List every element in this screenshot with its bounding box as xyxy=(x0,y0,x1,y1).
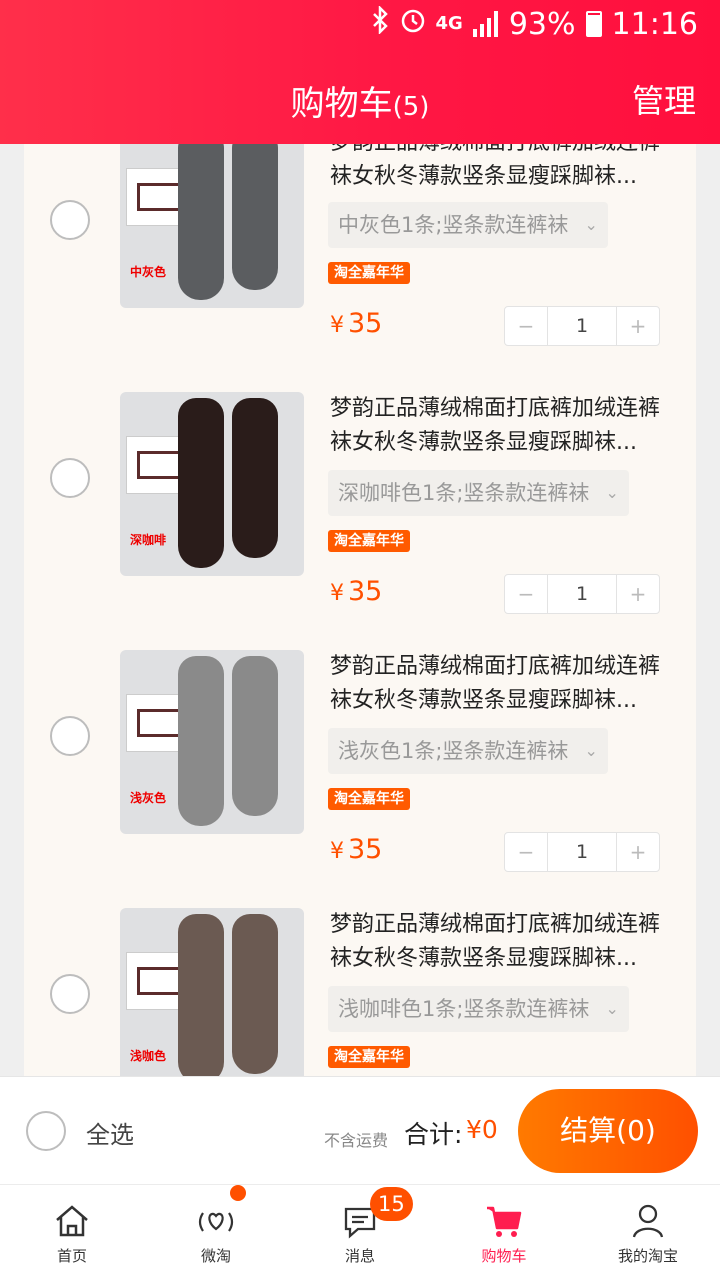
shop-card: 中灰色 梦韵正品薄绒棉面打底裤加绒连裤袜女秋冬薄款竖条显瘦踩脚袜... 中灰色1… xyxy=(24,144,696,1076)
image-color-label: 深咖啡 xyxy=(130,533,167,547)
minus-button[interactable]: − xyxy=(505,575,547,613)
product-title[interactable]: 梦韵正品薄绒棉面打底裤加绒连裤袜女秋冬薄款竖条显瘦踩脚袜... xyxy=(330,392,675,460)
sku-selector[interactable]: 浅灰色1条;竖条款连裤袜 ⌄ xyxy=(328,728,608,774)
sku-selector[interactable]: 浅咖啡色1条;竖条款连裤袜 ⌄ xyxy=(328,986,629,1032)
tab-label: 购物车 xyxy=(481,1247,527,1265)
chevron-down-icon: ⌄ xyxy=(584,215,598,234)
product-title[interactable]: 梦韵正品薄绒棉面打底裤加绒连裤袜女秋冬薄款竖条显瘦踩脚袜... xyxy=(330,650,675,718)
sku-text: 浅咖啡色1条;竖条款连裤袜 xyxy=(338,997,590,1021)
cart-item: 浅灰色 梦韵正品薄绒棉面打底裤加绒连裤袜女秋冬薄款竖条显瘦踩脚袜... 浅灰色1… xyxy=(24,650,696,908)
select-all-checkbox[interactable] xyxy=(26,1111,66,1151)
sku-text: 中灰色1条;竖条款连裤袜 xyxy=(338,213,569,237)
alarm-icon xyxy=(400,6,426,42)
clock: 11:16 xyxy=(611,6,698,42)
plus-button[interactable]: + xyxy=(617,307,659,345)
tab-label: 消息 xyxy=(344,1247,375,1265)
total-value: ¥0 xyxy=(466,1115,498,1144)
plus-button[interactable]: + xyxy=(617,833,659,871)
manage-button[interactable]: 管理 xyxy=(632,76,696,122)
tab-profile[interactable]: 我的淘宝 xyxy=(576,1185,720,1280)
tab-cart[interactable]: 购物车 xyxy=(432,1185,576,1280)
total-label: 合计: xyxy=(404,1120,463,1149)
chevron-down-icon: ⌄ xyxy=(605,999,619,1018)
product-image[interactable]: 深咖啡 xyxy=(120,392,304,576)
tab-label: 微淘 xyxy=(200,1247,231,1265)
shipping-note: 不含运费 xyxy=(324,1131,389,1150)
image-color-label: 中灰色 xyxy=(130,265,167,279)
tab-home[interactable]: 首页 xyxy=(0,1185,144,1280)
quantity-value[interactable]: 1 xyxy=(547,575,617,613)
item-price: ¥35 xyxy=(330,576,383,607)
item-checkbox[interactable] xyxy=(50,458,90,498)
promo-badge: 淘全嘉年华 xyxy=(328,262,410,284)
quantity-stepper: − 1 + xyxy=(504,574,660,614)
product-image[interactable]: 浅咖色 xyxy=(120,908,304,1076)
image-color-label: 浅咖色 xyxy=(130,1049,167,1063)
chevron-down-icon: ⌄ xyxy=(605,483,619,502)
item-price: ¥35 xyxy=(330,834,383,865)
home-icon xyxy=(52,1201,92,1241)
network-type: 4G xyxy=(435,13,463,34)
tab-label: 首页 xyxy=(56,1247,87,1265)
status-bar: 4G 93% 11:16 xyxy=(0,0,720,50)
plus-button[interactable]: + xyxy=(617,575,659,613)
sku-selector[interactable]: 中灰色1条;竖条款连裤袜 ⌄ xyxy=(328,202,608,248)
promo-badge: 淘全嘉年华 xyxy=(328,1046,410,1068)
bottom-tab-bar: 首页 微淘 15 消息 购物车 我的淘宝 xyxy=(0,1184,720,1280)
minus-button[interactable]: − xyxy=(505,307,547,345)
item-price: ¥35 xyxy=(330,308,383,339)
sku-text: 深咖啡色1条;竖条款连裤袜 xyxy=(338,481,590,505)
cart-item: 深咖啡 梦韵正品薄绒棉面打底裤加绒连裤袜女秋冬薄款竖条显瘦踩脚袜... 深咖啡色… xyxy=(24,392,696,650)
sku-selector[interactable]: 深咖啡色1条;竖条款连裤袜 ⌄ xyxy=(328,470,629,516)
product-title[interactable]: 梦韵正品薄绒棉面打底裤加绒连裤袜女秋冬薄款竖条显瘦踩脚袜... xyxy=(330,908,675,976)
notification-dot xyxy=(230,1185,246,1201)
quantity-value[interactable]: 1 xyxy=(547,307,617,345)
quantity-stepper: − 1 + xyxy=(504,832,660,872)
chevron-down-icon: ⌄ xyxy=(584,741,598,760)
item-checkbox[interactable] xyxy=(50,716,90,756)
weitao-icon xyxy=(196,1201,236,1241)
minus-button[interactable]: − xyxy=(505,833,547,871)
cart-list[interactable]: 中灰色 梦韵正品薄绒棉面打底裤加绒连裤袜女秋冬薄款竖条显瘦踩脚袜... 中灰色1… xyxy=(0,144,720,1076)
checkout-button[interactable]: 结算(0) xyxy=(518,1089,698,1173)
profile-icon xyxy=(628,1201,668,1241)
cart-item: 中灰色 梦韵正品薄绒棉面打底裤加绒连裤袜女秋冬薄款竖条显瘦踩脚袜... 中灰色1… xyxy=(24,144,696,392)
cart-item: 浅咖色 梦韵正品薄绒棉面打底裤加绒连裤袜女秋冬薄款竖条显瘦踩脚袜... 浅咖啡色… xyxy=(24,908,696,1076)
promo-badge: 淘全嘉年华 xyxy=(328,788,410,810)
tab-label: 我的淘宝 xyxy=(617,1247,678,1265)
promo-badge: 淘全嘉年华 xyxy=(328,530,410,552)
message-badge: 15 xyxy=(370,1187,413,1221)
product-image[interactable]: 中灰色 xyxy=(120,144,304,308)
item-checkbox[interactable] xyxy=(50,200,90,240)
header-bar: 4G 93% 11:16 购物车(5) 管理 xyxy=(0,0,720,144)
cart-count: (5) xyxy=(392,92,430,122)
sku-text: 浅灰色1条;竖条款连裤袜 xyxy=(338,739,569,763)
quantity-value[interactable]: 1 xyxy=(547,833,617,871)
page-title-text: 购物车 xyxy=(290,84,393,124)
bluetooth-icon xyxy=(372,4,390,42)
signal-icon xyxy=(472,11,499,37)
product-image[interactable]: 浅灰色 xyxy=(120,650,304,834)
product-title[interactable]: 梦韵正品薄绒棉面打底裤加绒连裤袜女秋冬薄款竖条显瘦踩脚袜... xyxy=(330,144,675,194)
tab-messages[interactable]: 15 消息 xyxy=(288,1185,432,1280)
battery-icon xyxy=(585,11,602,37)
quantity-stepper: − 1 + xyxy=(504,306,660,346)
checkout-bar: 全选 不含运费 合计: ¥0 结算(0) xyxy=(0,1076,720,1184)
image-color-label: 浅灰色 xyxy=(130,791,167,805)
select-all-label[interactable]: 全选 xyxy=(86,1115,134,1150)
cart-icon xyxy=(484,1201,524,1241)
page-title: 购物车(5) xyxy=(0,76,720,125)
tab-weitao[interactable]: 微淘 xyxy=(144,1185,288,1280)
battery-percent: 93% xyxy=(508,6,576,42)
item-checkbox[interactable] xyxy=(50,974,90,1014)
